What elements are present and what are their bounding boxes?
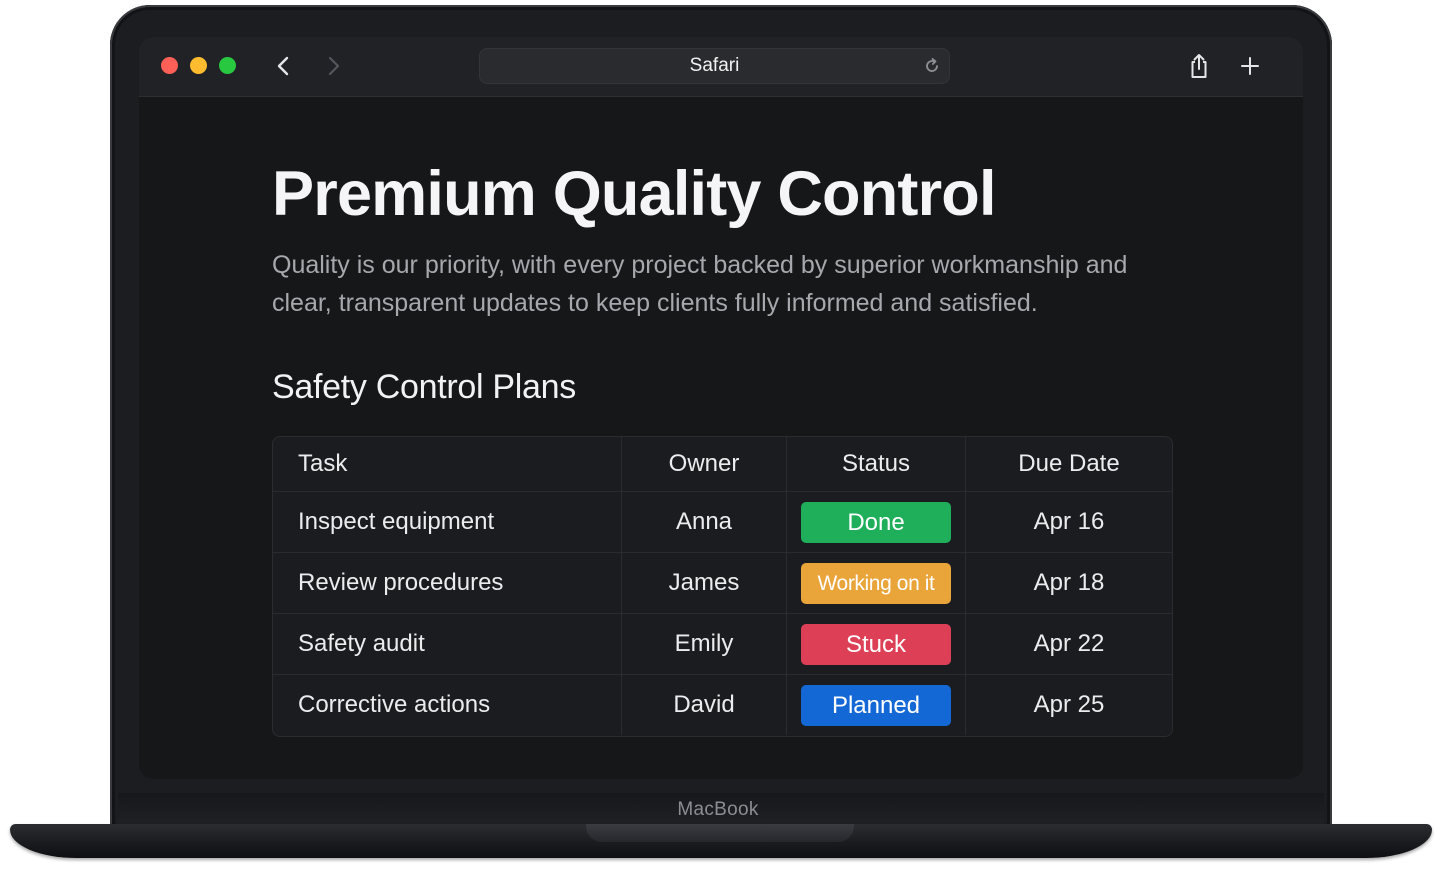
browser-toolbar: Safari: [139, 37, 1303, 97]
due-date-cell: Apr 22: [965, 613, 1172, 675]
close-window-button[interactable]: [161, 57, 178, 74]
reload-icon[interactable]: [922, 56, 942, 76]
due-date-cell: Apr 16: [965, 491, 1172, 553]
chevron-right-icon[interactable]: [320, 53, 346, 79]
device-brand-label: MacBook: [677, 799, 759, 820]
status-cell: Stuck: [786, 613, 966, 675]
status-cell: Working on it: [786, 552, 966, 614]
status-cell: Planned: [786, 674, 966, 735]
owner-cell: James: [621, 552, 787, 614]
due-date-cell: Apr 25: [1033, 691, 1105, 718]
browser-window: Safari Premium Quality Control Quality i…: [139, 37, 1303, 779]
page-description: Quality is our priority, with every proj…: [272, 251, 1128, 317]
status-badge[interactable]: Planned: [801, 684, 951, 726]
laptop-notch: [586, 824, 854, 842]
task-cell: Safety audit: [273, 613, 622, 675]
status-badge[interactable]: Stuck: [801, 623, 951, 665]
section-title: Safety Control Plans: [272, 368, 576, 406]
task-cell: Corrective actions: [273, 674, 622, 735]
task-cell: Review procedures: [273, 552, 622, 614]
table-row[interactable]: Review procedures James Working on it Ap…: [273, 552, 1172, 614]
status-badge[interactable]: Done: [801, 501, 951, 543]
minimize-window-button[interactable]: [190, 57, 207, 74]
address-bar[interactable]: Safari: [479, 48, 950, 84]
share-icon[interactable]: [1186, 52, 1212, 80]
task-cell: Inspect equipment: [273, 491, 622, 553]
safety-plans-table: Task Owner Status Due Date Inspect equip…: [272, 436, 1173, 737]
column-header-owner[interactable]: Owner: [621, 437, 787, 492]
table-row[interactable]: Inspect equipment Anna Done Apr 16: [273, 491, 1172, 553]
column-header-due-date[interactable]: Due Date: [965, 437, 1172, 492]
status-badge[interactable]: Working on it: [801, 562, 951, 604]
page-title: Premium Quality Control: [272, 159, 997, 229]
owner-cell: Anna: [621, 491, 787, 553]
column-header-task[interactable]: Task: [273, 437, 622, 492]
zoom-window-button[interactable]: [219, 57, 236, 74]
plus-icon[interactable]: [1238, 54, 1262, 78]
status-cell: Done: [786, 491, 966, 553]
owner-cell: Emily: [621, 613, 787, 675]
column-header-status[interactable]: Status: [786, 437, 966, 492]
owner-cell: David: [621, 674, 787, 735]
table-header-row: Task Owner Status Due Date: [273, 437, 1172, 492]
due-date-cell: Apr 18: [965, 552, 1172, 614]
table-row[interactable]: Safety audit Emily Stuck Apr 22: [273, 613, 1172, 675]
table-row[interactable]: Corrective actions David Planned Apr 25: [273, 674, 1172, 735]
chevron-left-icon[interactable]: [271, 53, 297, 79]
address-text: Safari: [689, 55, 740, 76]
